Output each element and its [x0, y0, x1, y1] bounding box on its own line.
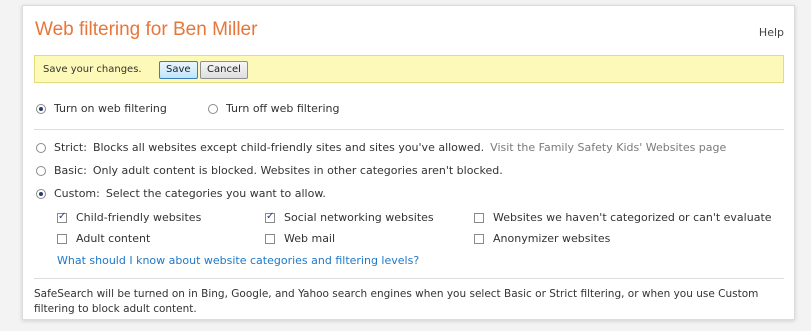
strict-label: Strict: — [54, 141, 87, 154]
basic-level-option[interactable]: Basic: Only adult content is blocked. We… — [36, 164, 503, 177]
uncategorized-label: Websites we haven't categorized or can't… — [493, 211, 772, 224]
social-networking-label: Social networking websites — [284, 211, 434, 224]
category-child-friendly[interactable]: Child-friendly websites — [57, 211, 201, 224]
turn-on-filtering-radio[interactable] — [36, 103, 46, 114]
custom-description: Select the categories you want to allow. — [105, 187, 326, 200]
social-networking-checkbox[interactable] — [265, 211, 275, 223]
turn-on-filtering-option[interactable]: Turn on web filtering — [36, 102, 167, 115]
category-social-networking[interactable]: Social networking websites — [265, 211, 434, 224]
anonymizer-label: Anonymizer websites — [493, 232, 611, 245]
custom-radio[interactable] — [36, 188, 46, 199]
anonymizer-checkbox[interactable] — [474, 233, 484, 244]
custom-label: Custom: — [54, 187, 100, 200]
basic-radio[interactable] — [36, 165, 46, 176]
uncategorized-checkbox[interactable] — [474, 212, 484, 223]
turn-on-filtering-label: Turn on web filtering — [54, 102, 167, 115]
categories-info-link[interactable]: What should I know about website categor… — [57, 254, 419, 267]
kids-websites-link[interactable]: Visit the Family Safety Kids' Websites p… — [490, 141, 726, 154]
turn-off-filtering-label: Turn off web filtering — [226, 102, 340, 115]
turn-off-filtering-option[interactable]: Turn off web filtering — [208, 102, 339, 115]
category-anonymizer[interactable]: Anonymizer websites — [474, 232, 610, 245]
turn-off-filtering-radio[interactable] — [208, 103, 218, 114]
category-uncategorized[interactable]: Websites we haven't categorized or can't… — [474, 211, 772, 224]
web-mail-label: Web mail — [284, 232, 336, 245]
category-adult-content[interactable]: Adult content — [57, 232, 150, 245]
strict-level-option[interactable]: Strict: Blocks all websites except child… — [36, 141, 726, 154]
strict-radio[interactable] — [36, 142, 46, 153]
child-friendly-checkbox[interactable] — [57, 211, 67, 223]
page-title: Web filtering for Ben Miller — [35, 19, 258, 40]
adult-content-checkbox[interactable] — [57, 233, 67, 244]
help-link[interactable]: Help — [759, 26, 784, 39]
adult-content-label: Adult content — [76, 232, 151, 245]
section-divider — [34, 278, 784, 279]
strict-description: Blocks all websites except child-friendl… — [92, 141, 485, 154]
safesearch-note: SafeSearch will be turned on in Bing, Go… — [34, 288, 759, 315]
save-changes-bar: Save your changes. Save Cancel — [34, 55, 784, 83]
custom-level-option[interactable]: Custom: Select the categories you want t… — [36, 187, 326, 200]
save-button[interactable]: Save — [159, 61, 198, 79]
cancel-button[interactable]: Cancel — [200, 61, 248, 79]
section-divider — [34, 129, 784, 130]
save-changes-message: Save your changes. — [43, 64, 142, 75]
child-friendly-label: Child-friendly websites — [76, 211, 202, 224]
basic-label: Basic: — [54, 164, 87, 177]
basic-description: Only adult content is blocked. Websites … — [92, 164, 503, 177]
web-mail-checkbox[interactable] — [265, 233, 275, 244]
category-web-mail[interactable]: Web mail — [265, 232, 335, 245]
web-filtering-panel: Web filtering for Ben Miller Help Save y… — [22, 5, 795, 320]
